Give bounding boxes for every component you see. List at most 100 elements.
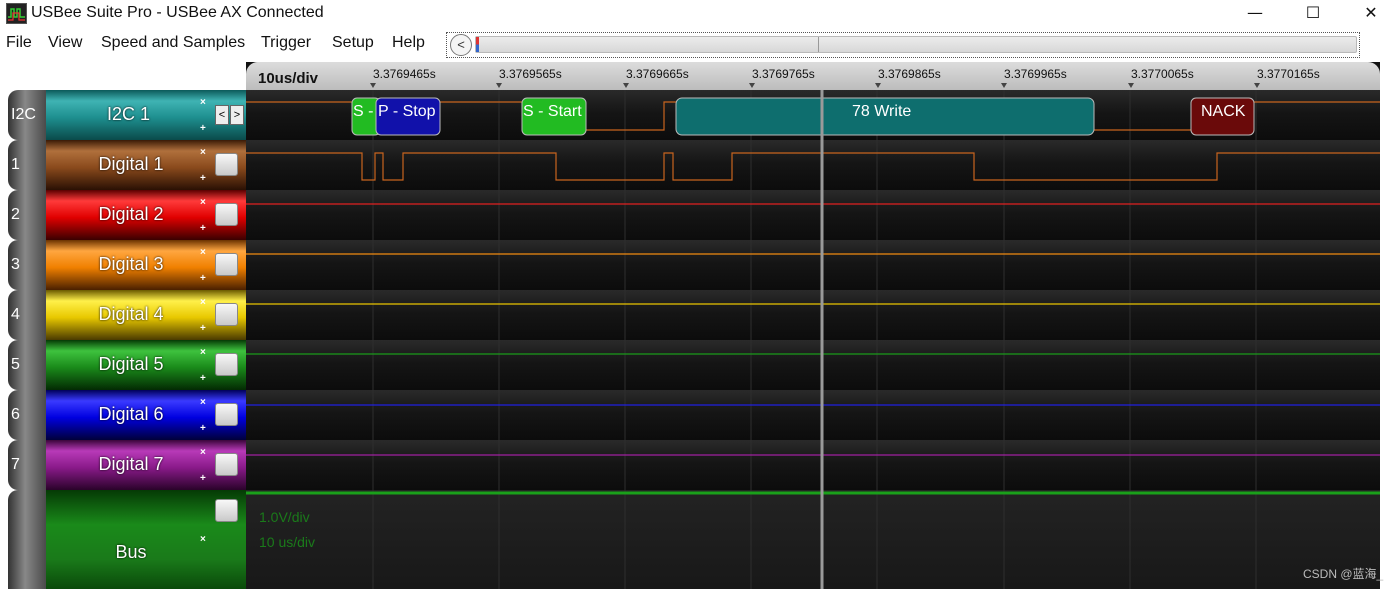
time-tick-marker [1128, 83, 1134, 88]
decode-packet-nack[interactable]: NACK [1190, 97, 1255, 136]
channel-name-block[interactable]: Digital 6 × + [46, 390, 246, 440]
channel-enable-checkbox[interactable] [215, 203, 238, 226]
channel-enable-checkbox[interactable] [215, 453, 238, 476]
channel-label: I2C 1 [106, 104, 151, 124]
channel-index: I2C [8, 90, 46, 140]
remove-channel-icon[interactable]: × [200, 97, 206, 108]
menu-speed-and-samples[interactable]: Speed and Samples [101, 34, 245, 52]
lane-bg-5 [246, 340, 1380, 390]
menu-trigger[interactable]: Trigger [261, 34, 311, 52]
decode-packet-write[interactable]: 78 Write [675, 97, 1095, 136]
close-button[interactable]: ✕ [1348, 0, 1394, 26]
decode-label: 78 Write [852, 103, 911, 120]
time-tick-marker [749, 83, 755, 88]
channel-enable-checkbox[interactable] [215, 303, 238, 326]
channel-row-6[interactable]: 6 Digital 6 × + [8, 390, 246, 440]
menu-view[interactable]: View [48, 34, 82, 52]
channel-label: Digital 6 [98, 404, 164, 424]
add-channel-icon[interactable]: + [200, 173, 206, 184]
channel-enable-checkbox[interactable] [215, 499, 238, 522]
channel-row-4[interactable]: 4 Digital 4 × + [8, 290, 246, 340]
channel-label: Digital 5 [98, 354, 164, 374]
channel-label: Digital 3 [98, 254, 164, 274]
channel-index: 4 [8, 290, 46, 340]
menu-file[interactable]: File [6, 34, 32, 52]
add-channel-icon[interactable]: + [200, 323, 206, 334]
time-tick-marker [1001, 83, 1007, 88]
overview-scrollbar[interactable]: < [446, 32, 1360, 58]
remove-channel-icon[interactable]: × [200, 534, 206, 545]
time-tick-label: 3.3769865s [878, 67, 941, 81]
time-tick-marker [1254, 83, 1260, 88]
bus-time-div: 10 us/div [259, 534, 316, 550]
add-channel-icon[interactable]: + [200, 373, 206, 384]
remove-channel-icon[interactable]: × [200, 297, 206, 308]
scroll-left-button[interactable]: < [450, 34, 472, 56]
remove-channel-icon[interactable]: × [200, 247, 206, 258]
next-packet-button[interactable]: > [230, 105, 244, 125]
remove-channel-icon[interactable]: × [200, 397, 206, 408]
channel-enable-checkbox[interactable] [215, 403, 238, 426]
channel-label: Digital 1 [98, 154, 164, 174]
menu-bar: File View Speed and Samples Trigger Setu… [0, 30, 440, 56]
channel-name-block[interactable]: Digital 7 × + [46, 440, 246, 490]
channel-name-block[interactable]: Digital 1 × + [46, 140, 246, 190]
add-channel-icon[interactable]: + [200, 123, 206, 134]
channel-row-5[interactable]: 5 Digital 5 × + [8, 340, 246, 390]
scroll-position-marker[interactable] [476, 37, 479, 52]
channel-index [8, 490, 46, 589]
lane-bg-3 [246, 240, 1380, 290]
channel-name-block[interactable]: Digital 2 × + [46, 190, 246, 240]
waveform-area: 10us/div 3.3769465s 3.3769565s 3.3769665… [8, 62, 1380, 589]
channel-name-block[interactable]: Digital 5 × + [46, 340, 246, 390]
channel-name-block[interactable]: Bus × [46, 490, 246, 589]
remove-channel-icon[interactable]: × [200, 447, 206, 458]
channel-enable-checkbox[interactable] [215, 253, 238, 276]
add-channel-icon[interactable]: + [200, 423, 206, 434]
lane-bg-bus [246, 490, 1380, 589]
scroll-track[interactable] [475, 36, 1357, 53]
scroll-track-divider [818, 37, 819, 52]
window-title: USBee Suite Pro - USBee AX Connected [31, 4, 324, 21]
channel-index: 2 [8, 190, 46, 240]
lane-bg-1 [246, 140, 1380, 190]
channel-name-block[interactable]: Digital 3 × + [46, 240, 246, 290]
decode-packet-start[interactable]: S - Start [521, 97, 587, 136]
maximize-button[interactable]: ☐ [1290, 0, 1336, 26]
channel-index: 6 [8, 390, 46, 440]
time-tick-label: 3.3769665s [626, 67, 689, 81]
decode-packet-stop[interactable]: P - Stop [375, 97, 441, 136]
add-channel-icon[interactable]: + [200, 273, 206, 284]
time-tick-label: 3.3769765s [752, 67, 815, 81]
channel-row-i2c[interactable]: I2C I2C 1 × + < > [8, 90, 246, 140]
watermark: CSDN @蓝海_ [1303, 567, 1384, 581]
channel-row-7[interactable]: 7 Digital 7 × + [8, 440, 246, 490]
add-channel-icon[interactable]: + [200, 223, 206, 234]
decode-label: P - Stop [378, 103, 436, 120]
channel-name-block[interactable]: Digital 4 × + [46, 290, 246, 340]
prev-packet-button[interactable]: < [215, 105, 229, 125]
remove-channel-icon[interactable]: × [200, 347, 206, 358]
channel-enable-checkbox[interactable] [215, 353, 238, 376]
channel-name-block[interactable]: I2C 1 × + < > [46, 90, 246, 140]
time-tick-label: 3.3769465s [373, 67, 436, 81]
channel-row-2[interactable]: 2 Digital 2 × + [8, 190, 246, 240]
channel-row-3[interactable]: 3 Digital 3 × + [8, 240, 246, 290]
menu-help[interactable]: Help [392, 34, 425, 52]
lane-bg-2 [246, 190, 1380, 240]
channel-label: Digital 2 [98, 204, 164, 224]
channel-index: 5 [8, 340, 46, 390]
remove-channel-icon[interactable]: × [200, 147, 206, 158]
channel-index: 7 [8, 440, 46, 490]
channel-row-1[interactable]: 1 Digital 1 × + [8, 140, 246, 190]
channel-label: Digital 4 [98, 304, 164, 324]
add-channel-icon[interactable]: + [200, 473, 206, 484]
channel-row-bus[interactable]: Bus × [8, 490, 246, 589]
channel-enable-checkbox[interactable] [215, 153, 238, 176]
title-bar: USBee Suite Pro - USBee AX Connected — ☐… [0, 0, 1400, 26]
time-axis-header: 10us/div 3.3769465s 3.3769565s 3.3769665… [246, 62, 1380, 90]
channel-index: 3 [8, 240, 46, 290]
remove-channel-icon[interactable]: × [200, 197, 206, 208]
menu-setup[interactable]: Setup [332, 34, 374, 52]
minimize-button[interactable]: — [1232, 0, 1278, 26]
